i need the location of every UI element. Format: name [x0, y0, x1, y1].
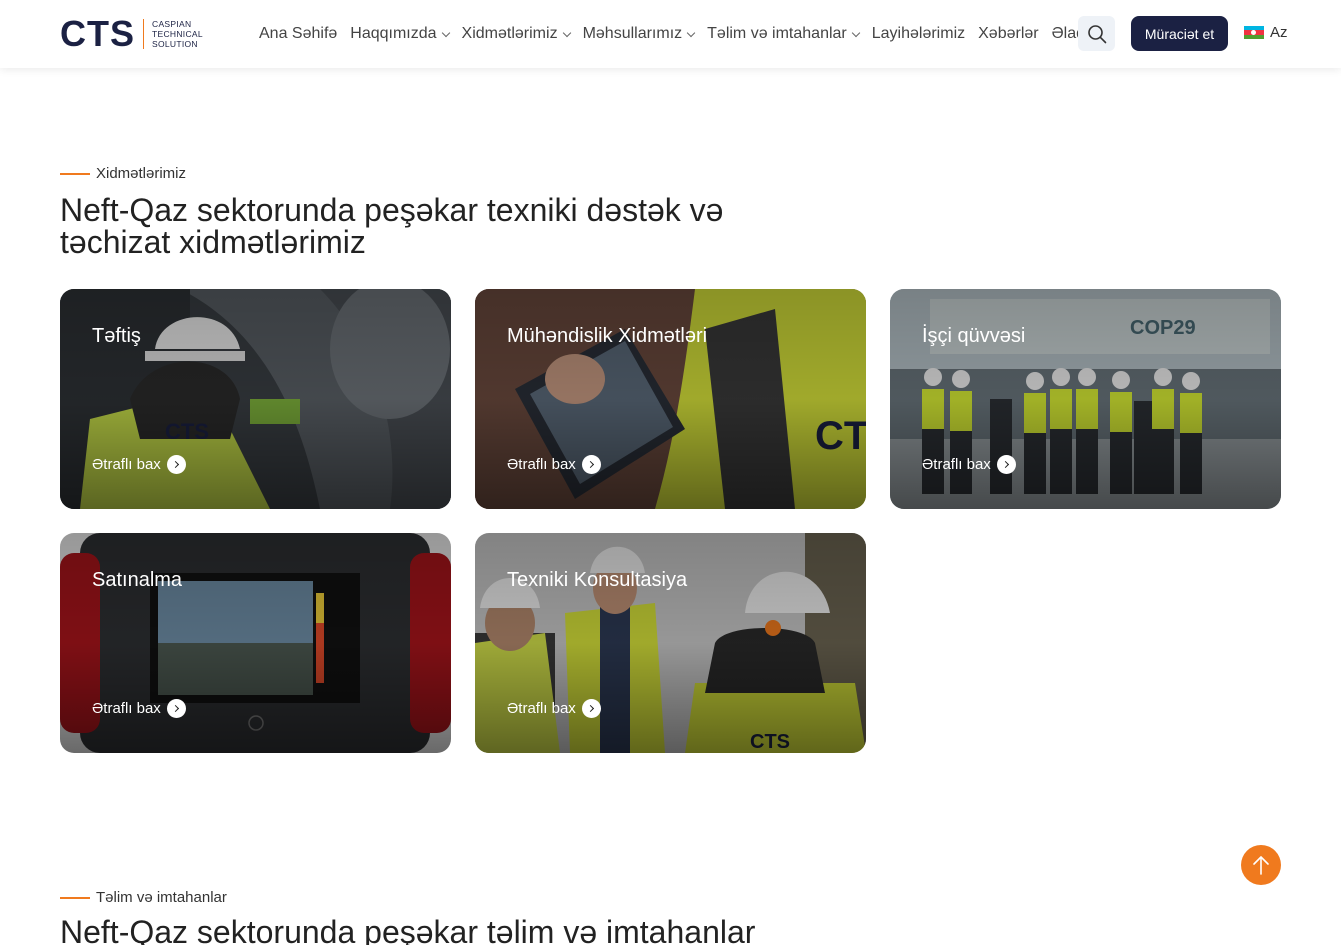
service-card-workforce[interactable]: COP29 İşçi qüvvəsi Ətraflı bax: [890, 289, 1281, 509]
card-overlay: [475, 533, 866, 753]
card-title: İşçi qüvvəsi: [922, 325, 1026, 347]
services-eyebrow: Xidmətlərimiz: [60, 165, 186, 182]
service-card-consultancy[interactable]: CTS Texniki Konsultasiya Ətraflı bax: [475, 533, 866, 753]
card-more-link[interactable]: Ətraflı bax: [507, 699, 601, 718]
logo-mark: CTS: [60, 13, 135, 54]
arrow-up-icon: [1253, 856, 1269, 875]
nav-item-training[interactable]: Təlim və imtahanlar: [707, 25, 860, 43]
service-card-engineering[interactable]: CT Mühəndislik Xidmətləri Ətraflı bax: [475, 289, 866, 509]
chevron-down-icon: [441, 28, 450, 37]
apply-button[interactable]: Müraciət et: [1131, 16, 1228, 51]
card-title: Texniki Konsultasiya: [507, 569, 688, 591]
chevron-down-icon: [562, 28, 571, 37]
nav-item-products[interactable]: Məhsullarımız: [583, 25, 696, 43]
service-card-inspection[interactable]: CTS Təftiş Ətraflı bax: [60, 289, 451, 509]
card-more-link[interactable]: Ətraflı bax: [507, 455, 601, 474]
service-card-procurement[interactable]: Satınalma Ətraflı bax: [60, 533, 451, 753]
card-overlay: [60, 289, 451, 509]
arrow-right-icon: [581, 699, 601, 718]
card-more-link[interactable]: Ətraflı bax: [92, 455, 186, 474]
training-eyebrow-label: Təlim və imtahanlar: [96, 889, 227, 906]
cts-logo[interactable]: CTS CASPIAN TECHNICAL SOLUTION: [60, 16, 203, 52]
arrow-right-icon: [166, 699, 186, 718]
nav-item-services[interactable]: Xidmətlərimiz: [462, 25, 571, 43]
card-overlay: [60, 533, 451, 753]
arrow-right-icon: [996, 455, 1016, 474]
scroll-to-top-button[interactable]: [1241, 845, 1281, 885]
nav-item-home[interactable]: Ana Səhifə: [259, 25, 337, 43]
search-button[interactable]: [1078, 16, 1115, 51]
main-nav: Ana Səhifə Haqqımızda Xidmətlərimiz Məhs…: [259, 0, 1107, 68]
logo-divider: [143, 19, 144, 49]
card-title: Satınalma: [92, 569, 183, 591]
eyebrow-line: [60, 896, 90, 899]
nav-item-news[interactable]: Xəbərlər: [978, 25, 1038, 43]
azerbaijan-flag-icon: [1244, 26, 1264, 39]
chevron-down-icon: [686, 28, 696, 37]
services-heading: Neft-Qaz sektorunda peşəkar texniki dəst…: [60, 192, 724, 260]
card-more-link[interactable]: Ətraflı bax: [92, 699, 186, 718]
chevron-down-icon: [851, 28, 860, 37]
card-title: Mühəndislik Xidmətləri: [507, 325, 708, 347]
arrow-right-icon: [166, 455, 186, 474]
search-icon: [1087, 24, 1106, 43]
card-overlay: [890, 289, 1281, 509]
card-title: Təftiş: [92, 325, 141, 347]
card-overlay: [475, 289, 866, 509]
site-header: CTS CASPIAN TECHNICAL SOLUTION Ana Səhif…: [0, 0, 1341, 68]
training-eyebrow: Təlim və imtahanlar: [60, 889, 227, 906]
training-heading: Neft-Qaz sektorunda peşəkar təlim və imt…: [60, 914, 756, 945]
language-label: Az: [1270, 24, 1288, 41]
eyebrow-line: [60, 172, 90, 175]
language-switcher[interactable]: Az: [1244, 24, 1288, 41]
card-more-link[interactable]: Ətraflı bax: [922, 455, 1016, 474]
services-eyebrow-label: Xidmətlərimiz: [96, 165, 187, 182]
nav-item-about[interactable]: Haqqımızda: [350, 25, 450, 43]
arrow-right-icon: [581, 455, 601, 474]
nav-item-projects[interactable]: Layihələrimiz: [872, 25, 965, 43]
logo-text: CASPIAN TECHNICAL SOLUTION: [152, 19, 203, 49]
